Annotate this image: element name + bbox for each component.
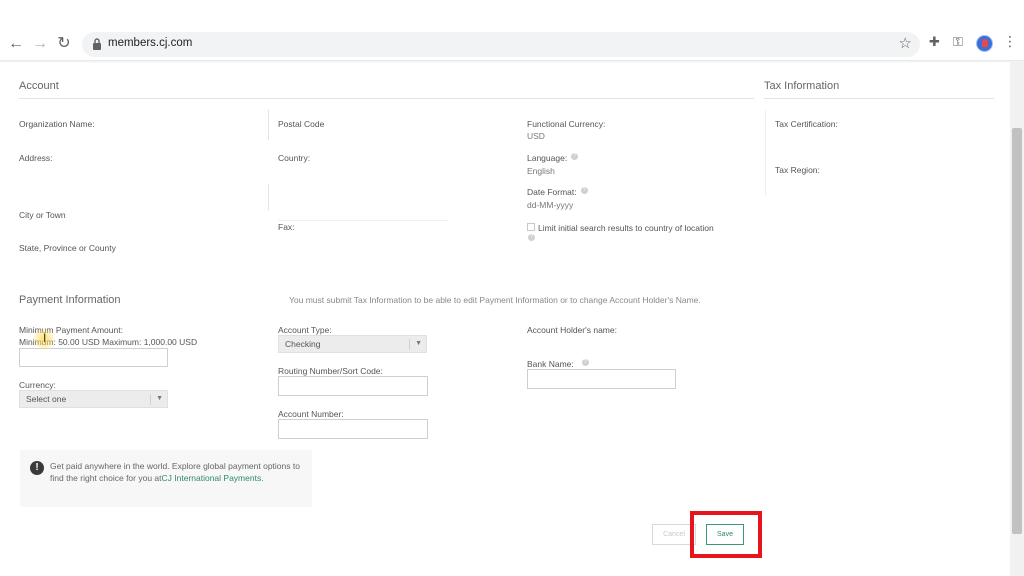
help-icon[interactable]: ? [571, 153, 579, 160]
profile-avatar[interactable] [976, 35, 993, 52]
language-value: English [527, 166, 555, 176]
tax-divider [764, 98, 994, 99]
account-type-selected-value: Checking [285, 339, 321, 349]
menu-icon[interactable]: ⋮ [1003, 33, 1017, 50]
currency-label: Currency: [19, 380, 56, 390]
tax-column-divider [765, 110, 766, 196]
toolbar-divider [0, 60, 1024, 63]
cj-international-payments-link[interactable]: CJ International Payments. [162, 473, 264, 483]
limit-search-checkbox[interactable] [527, 223, 535, 231]
column-divider [268, 184, 269, 210]
account-type-label: Account Type: [278, 325, 332, 335]
country-label: Country: [278, 153, 311, 163]
help-icon[interactable]: ? [528, 234, 535, 241]
city-label: City or Town [19, 210, 66, 220]
bookmark-star-icon[interactable]: ☆ [899, 34, 912, 52]
browser-toolbar: ← → ↻ members.cj.com ☆ ✚ ⚿ ⋮ [0, 28, 1024, 60]
routing-number-label: Routing Number/Sort Code: [278, 366, 383, 376]
reload-icon[interactable]: ↻ [54, 34, 74, 54]
extensions-icon[interactable]: ✚ [929, 34, 940, 50]
column-divider [268, 110, 269, 140]
currency-selected-value: Select one [26, 394, 67, 404]
forward-icon[interactable]: → [30, 34, 50, 54]
date-format-value: dd-MM-yyyy [527, 200, 574, 210]
scrollbar-thumb[interactable] [1012, 128, 1022, 534]
select-separator [409, 339, 410, 350]
international-payments-info-box: ! Get paid anywhere in the world. Explor… [20, 450, 312, 507]
page-scrollbar[interactable] [1010, 62, 1024, 576]
account-divider [19, 98, 754, 99]
select-separator [150, 394, 151, 405]
account-number-label: Account Number: [278, 409, 344, 419]
help-icon[interactable]: ? [580, 187, 588, 194]
account-section-title: Account [19, 80, 59, 92]
key-icon[interactable]: ⚿ [953, 34, 963, 50]
account-number-input[interactable] [278, 419, 428, 439]
functional-currency-label: Functional Currency: [527, 119, 606, 129]
state-label: State, Province or County [19, 243, 116, 253]
min-payment-input[interactable] [19, 348, 168, 367]
address-label: Address: [19, 153, 53, 163]
routing-number-input[interactable] [278, 376, 428, 396]
postal-code-label: Postal Code [278, 119, 325, 129]
lock-icon [93, 38, 101, 50]
text-cursor-icon: I [43, 331, 47, 345]
payment-notice: You must submit Tax Information to be ab… [289, 295, 701, 305]
bank-name-input[interactable] [527, 369, 676, 389]
account-holder-name-label: Account Holder's name: [527, 325, 617, 335]
bank-name-label: Bank Name:? [527, 359, 589, 369]
save-button-highlight-box [690, 511, 762, 558]
chevron-down-icon: ▼ [415, 340, 422, 347]
help-icon[interactable]: ? [581, 359, 589, 366]
info-text: Get paid anywhere in the world. Explore … [50, 461, 300, 483]
limit-search-label: Limit initial search results to country … [538, 223, 714, 233]
payment-section-title: Payment Information [19, 294, 121, 306]
language-label: Language:? [527, 153, 579, 163]
currency-select[interactable]: Select one ▼ [19, 390, 168, 408]
fax-label: Fax: [278, 222, 295, 232]
tax-section-title: Tax Information [764, 80, 840, 92]
address-bar[interactable]: members.cj.com ☆ [82, 32, 920, 57]
info-icon: ! [30, 461, 44, 475]
organization-name-label: Organization Name: [19, 119, 95, 129]
url-text: members.cj.com [108, 37, 193, 49]
tax-region-label: Tax Region: [775, 165, 820, 175]
back-icon[interactable]: ← [6, 34, 26, 54]
fax-divider [278, 220, 448, 221]
date-format-label: Date Format:? [527, 187, 588, 197]
functional-currency-value: USD [527, 131, 545, 141]
account-type-select[interactable]: Checking ▼ [278, 335, 427, 353]
chevron-down-icon: ▼ [156, 395, 163, 402]
tax-certification-label: Tax Certification: [775, 119, 838, 129]
